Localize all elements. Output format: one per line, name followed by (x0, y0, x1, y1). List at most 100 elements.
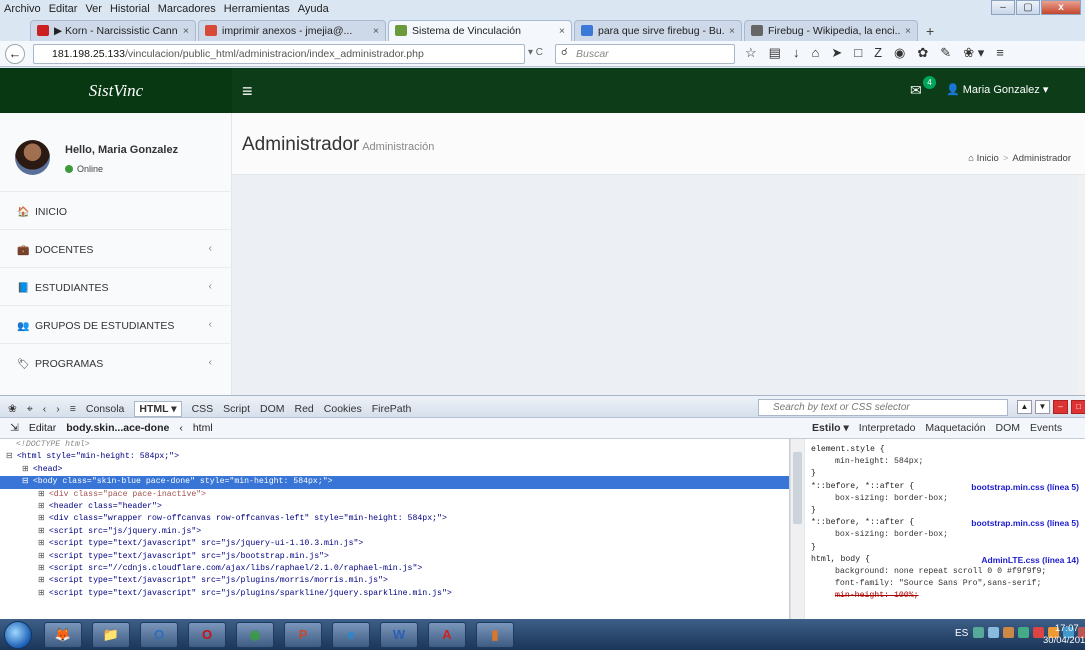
crumb-body[interactable]: body.skin...ace-done (66, 422, 169, 434)
clock[interactable]: 17:0730/04/2015 (1043, 623, 1085, 647)
internet-explorer-taskbar-icon[interactable]: e (332, 622, 370, 648)
reading-list-icon[interactable]: ▤ (769, 45, 781, 61)
panel-tab-cookies[interactable]: Cookies (324, 403, 362, 415)
page-scrollbar[interactable] (1077, 175, 1085, 395)
html-tree-line[interactable]: ⊞ <div class="pace pace-inactive"> (0, 489, 789, 501)
chrome-taskbar-icon[interactable]: ◉ (236, 622, 274, 648)
tab-close-icon[interactable]: × (183, 25, 189, 41)
html-tree-line[interactable]: ⊞ <script src="//cdnjs.cloudflare.com/aja… (0, 563, 789, 575)
side-tab-events[interactable]: Events (1030, 422, 1062, 434)
stylesheet-link[interactable]: bootstrap.min.css (línea 5) (971, 481, 1079, 493)
tab-1[interactable]: imprimir anexos - jmejia@... × (198, 20, 386, 41)
menu-marcadores[interactable]: Marcadores (154, 0, 220, 15)
language-indicator[interactable]: ES (955, 628, 968, 639)
firebug-down-button[interactable]: ▼ (1035, 400, 1050, 414)
html-tree-line[interactable]: ⊟ <html style="min-height: 584px;"> (0, 451, 789, 463)
reload-icon[interactable]: ▾ C (528, 47, 543, 58)
edit-icon[interactable]: ✎ (940, 45, 951, 61)
search-input[interactable]: Buscar (555, 44, 735, 64)
bookmark-star-icon[interactable]: ☆ (745, 45, 757, 61)
tab-3[interactable]: para que sirve firebug - Bu... × (574, 20, 742, 41)
zotero-icon[interactable]: Z (874, 45, 882, 61)
word-taskbar-icon[interactable]: W (380, 622, 418, 648)
html-tree-line[interactable]: <!DOCTYPE html> (0, 439, 789, 451)
extension-icon[interactable]: ✿ (917, 45, 928, 61)
html-tree-line[interactable]: ⊞ <script src="js/jquery.min.js"> (0, 526, 789, 538)
menu-historial[interactable]: Historial (106, 0, 154, 15)
mail-icon[interactable]: ✉ (910, 82, 922, 99)
back-button[interactable]: ← (5, 44, 25, 64)
firebug-search-input[interactable]: Search by text or CSS selector (758, 399, 1008, 416)
expand-toggle-icon[interactable]: ⊞ (38, 527, 45, 536)
tab-close-icon[interactable]: × (729, 25, 735, 41)
user-menu[interactable]: 👤 Maria Gonzalez ▾ (946, 83, 1048, 96)
panel-tab-css[interactable]: CSS (192, 403, 214, 415)
sidebar-item-inicio[interactable]: 🏠 INICIO (0, 191, 232, 229)
sidebar-item-programas[interactable]: 🏷 PROGRAMAS ‹ (0, 343, 232, 381)
firebug-minimize-button[interactable]: – (1053, 400, 1068, 414)
outlook-taskbar-icon[interactable]: O (140, 622, 178, 648)
expand-toggle-icon[interactable]: ⊞ (38, 576, 45, 585)
html-tree-line[interactable]: ⊞ <head> (0, 464, 789, 476)
expand-toggle-icon[interactable]: ⊞ (38, 502, 45, 511)
edit-button[interactable]: Editar (29, 422, 56, 434)
panel-tab-dom[interactable]: DOM (260, 403, 285, 415)
firebug-up-button[interactable]: ▲ (1017, 400, 1032, 414)
tray-signal-icon[interactable] (988, 627, 999, 638)
crumb-html[interactable]: html (193, 422, 213, 434)
side-tab-interpretado[interactable]: Interpretado (859, 422, 916, 434)
menu-ver[interactable]: Ver (81, 0, 106, 15)
menu-ayuda[interactable]: Ayuda (294, 0, 333, 15)
inspect-element-icon[interactable]: ⌖ (27, 403, 33, 416)
html-tree-line[interactable]: ⊞ <script type="text/javascript" src="js/… (0, 575, 789, 587)
panel-tab-red[interactable]: Red (295, 403, 314, 415)
tab-close-icon[interactable]: × (905, 25, 911, 41)
html-tree-line[interactable]: ⊞ <header class="header"> (0, 501, 789, 513)
new-tab-button[interactable]: + (920, 23, 942, 41)
html-tree-line[interactable]: ⊞ <script type="text/javascript" src="js/… (0, 588, 789, 600)
download-icon[interactable]: ↓ (793, 45, 800, 61)
expand-toggle-icon[interactable]: ⊞ (22, 465, 29, 474)
tray-network-icon[interactable] (973, 627, 984, 638)
home-icon[interactable]: ⌂ (811, 45, 819, 61)
maximize-button[interactable]: ▢ (1016, 0, 1040, 15)
sidebar-item-grupos-de-estudiantes[interactable]: 👥 GRUPOS DE ESTUDIANTES ‹ (0, 305, 232, 343)
opera-taskbar-icon[interactable]: O (188, 622, 226, 648)
app-logo[interactable]: SistVinc (0, 68, 232, 113)
firebug-icon[interactable]: ❀ ▾ (963, 45, 984, 61)
explorer-taskbar-icon[interactable]: 📁 (92, 622, 130, 648)
side-tab-maquetaci-n[interactable]: Maquetación (925, 422, 985, 434)
expand-toggle-icon[interactable]: ⊟ (22, 477, 29, 486)
expand-toggle-icon[interactable]: ⊟ (6, 452, 13, 461)
expand-toggle-icon[interactable]: ⊞ (38, 564, 45, 573)
send-icon[interactable]: ➤ (831, 45, 842, 61)
sidebar-item-estudiantes[interactable]: 📘 ESTUDIANTES ‹ (0, 267, 232, 305)
minimize-button[interactable]: – (991, 0, 1015, 15)
other-app-taskbar-icon[interactable]: ▮ (476, 622, 514, 648)
panel-tab-html[interactable]: HTML ▾ (134, 401, 182, 417)
html-pane-scroll-thumb[interactable] (793, 452, 802, 524)
expand-toggle-icon[interactable]: ⊞ (38, 539, 45, 548)
menu-archivo[interactable]: Archivo (0, 0, 45, 15)
acrobat-taskbar-icon[interactable]: A (428, 622, 466, 648)
chat-icon[interactable]: ◉ (894, 45, 905, 61)
window-icon[interactable]: □ (854, 45, 862, 61)
tray-app-icon[interactable] (1003, 627, 1014, 638)
firebug-detach-button[interactable]: □ (1071, 400, 1085, 414)
expand-toggle-icon[interactable]: ⊞ (38, 552, 45, 561)
powerpoint-taskbar-icon[interactable]: P (284, 622, 322, 648)
sidebar-toggle-icon[interactable]: ≡ (242, 81, 253, 102)
stylesheet-link[interactable]: AdminLTE.css (línea 14) (981, 554, 1079, 566)
close-button[interactable]: x (1041, 0, 1081, 15)
firefox-taskbar-icon[interactable]: 🦊 (44, 622, 82, 648)
side-tab-estilo[interactable]: Estilo ▾ (812, 422, 849, 434)
side-tab-dom[interactable]: DOM (996, 422, 1021, 434)
html-tree-line[interactable]: ⊟ <body class="skin-blue pace-done" style… (0, 476, 789, 489)
tab-close-icon[interactable]: × (559, 25, 565, 41)
url-bar[interactable]: 181.198.25.133/vinculacion/public_html/a… (33, 44, 525, 64)
panel-tab-firepath[interactable]: FirePath (372, 403, 412, 415)
html-tree-line[interactable]: ⊞ <script type="text/javascript" src="js/… (0, 551, 789, 563)
expand-toggle-icon[interactable]: ⊞ (38, 589, 45, 598)
panel-tab-consola[interactable]: Consola (86, 403, 125, 415)
tab-close-icon[interactable]: × (373, 25, 379, 41)
